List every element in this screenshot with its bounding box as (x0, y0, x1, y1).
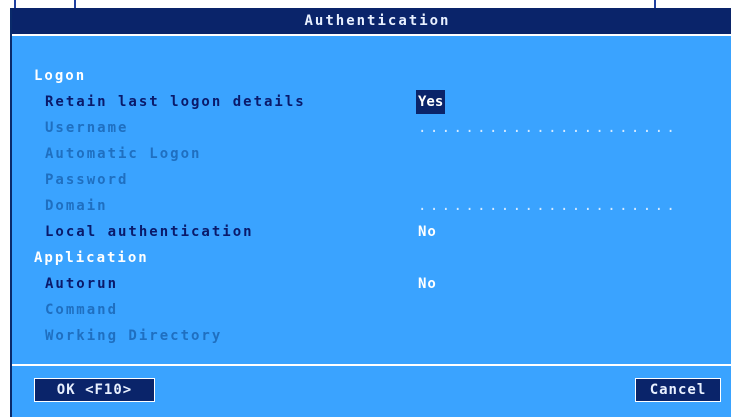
section-header-application: Application (34, 250, 149, 266)
username-field: ...................... (418, 120, 679, 136)
retain-logon-value[interactable]: Yes (416, 90, 446, 114)
domain-label: Domain (45, 198, 108, 214)
password-label: Password (45, 172, 129, 188)
frame-segment (74, 0, 656, 8)
autorun-label[interactable]: Autorun (45, 272, 118, 296)
automatic-logon-label: Automatic Logon (45, 146, 202, 162)
window-right-margin (731, 0, 743, 417)
command-label: Command (45, 302, 119, 318)
ok-button[interactable]: OK <F10> (34, 378, 155, 402)
section-header-logon: Logon (34, 68, 87, 84)
local-authentication-value[interactable]: No (418, 220, 437, 244)
domain-field: ...................... (418, 198, 679, 214)
frame-segment (654, 0, 726, 8)
retain-logon-label[interactable]: Retain last logon details (45, 90, 306, 114)
frame-segment (14, 0, 76, 8)
title-divider (12, 34, 743, 36)
window-top-frame (0, 0, 743, 8)
authentication-dialog: Authentication Logon Retain last logon d… (10, 8, 743, 417)
dialog-title: Authentication (304, 13, 451, 29)
local-authentication-label[interactable]: Local authentication (45, 220, 254, 244)
working-directory-label: Working Directory (45, 328, 223, 344)
cancel-button[interactable]: Cancel (635, 378, 721, 402)
footer-divider (12, 364, 743, 366)
autorun-value[interactable]: No (418, 272, 437, 296)
dialog-title-bar: Authentication (12, 8, 743, 34)
username-label: Username (45, 120, 129, 136)
